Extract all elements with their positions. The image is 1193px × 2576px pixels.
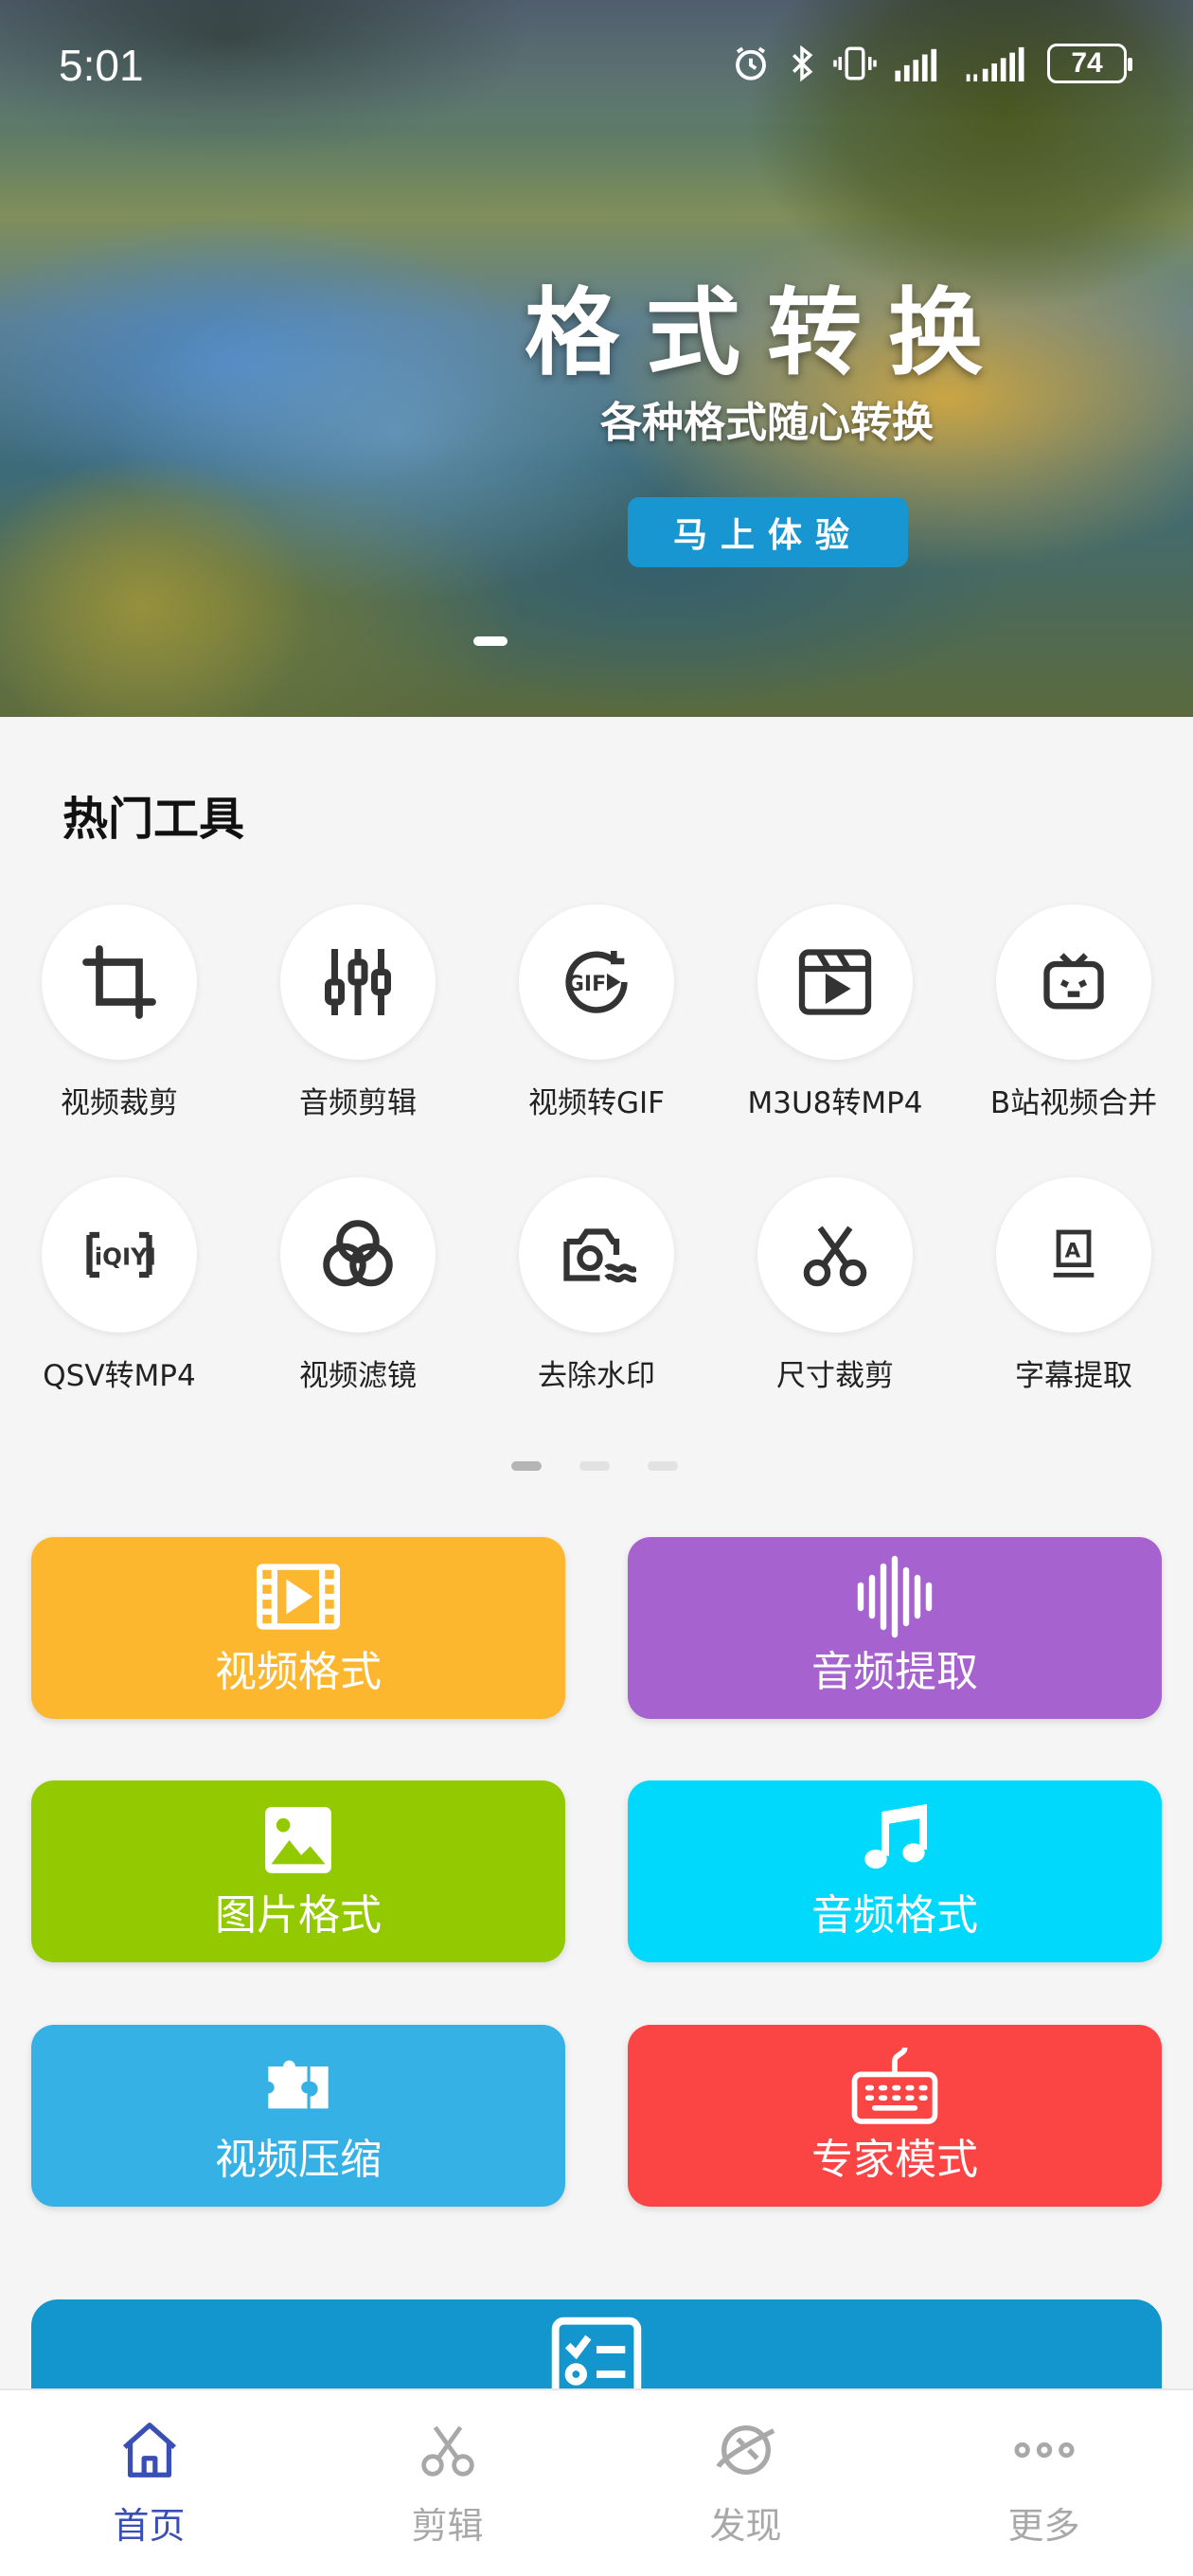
watermark-icon [563,1228,636,1283]
tool-circle [42,904,197,1060]
tool-label: B站视频合并 [989,1086,1158,1120]
status-bar: 5:01 74 [0,0,1193,123]
puzzle-icon [268,2060,329,2109]
try-now-button[interactable]: 马上体验 [628,497,908,567]
nav-item-discover[interactable]: 发现 [596,2390,895,2576]
banner-title: 格式转换 [525,277,1009,388]
tool-label: 视频滤镜 [299,1359,417,1393]
filter-icon [323,1220,393,1287]
nav-label: 更多 [1007,2505,1080,2547]
svg-text:iQIYI: iQIYI [95,1243,156,1271]
tool-m3u8-to-mp4[interactable]: M3U8转MP4 [716,904,954,1121]
music-note-icon [864,1803,927,1869]
tool-circle: iQIYI [42,1177,197,1333]
battery-icon: 74 [1047,44,1132,83]
card-label: 视频压缩 [215,2136,382,2184]
card-label: 音频提取 [811,1648,978,1696]
nav-label: 发现 [709,2505,782,2547]
tool-remove-watermark[interactable]: 去除水印 [477,1177,716,1394]
pager-dot[interactable] [511,1461,542,1471]
tool-label: 音频剪辑 [299,1086,417,1120]
more-icon [1014,2442,1074,2459]
tool-label: 视频裁剪 [61,1086,178,1120]
planet-icon [715,2425,775,2475]
tool-bilibili-merge[interactable]: B站视频合并 [954,904,1193,1121]
tool-label: 视频转GIF [528,1086,665,1120]
iqiyi-icon: iQIYI [86,1231,156,1279]
tool-video-filter[interactable]: 视频滤镜 [239,1177,477,1394]
scissors-icon [420,2425,474,2477]
card-label: 音频格式 [811,1891,978,1940]
tool-audio-edit[interactable]: 音频剪辑 [239,904,477,1121]
tool-circle [757,1177,913,1333]
tool-label: 去除水印 [538,1359,655,1393]
tool-circle [280,1177,436,1333]
pager-dot[interactable] [579,1461,610,1471]
waveform-icon [857,1555,933,1638]
home-icon [122,2423,176,2478]
tool-circle: A [996,1177,1151,1333]
banner-indicator [473,636,507,646]
gif-icon: GIF [565,951,628,1013]
card-label: 专家模式 [811,2136,978,2184]
alarm-icon [736,46,766,80]
tool-label: 尺寸裁剪 [776,1359,894,1393]
tool-subtitle-extract[interactable]: A 字幕提取 [954,1177,1193,1394]
subtitle-icon: A [1053,1229,1095,1278]
image-format-card[interactable]: 图片格式 [31,1780,565,1962]
svg-text:A: A [1065,1240,1081,1263]
keyboard-icon [851,2047,938,2124]
card-label: 图片格式 [215,1891,382,1940]
signal-icon [966,46,1024,81]
pager-dot[interactable] [648,1461,678,1471]
video-play-icon [798,949,872,1015]
tool-qsv-to-mp4[interactable]: iQIYI QSV转MP4 [0,1177,239,1394]
svg-text:GIF: GIF [567,973,606,996]
tool-label: M3U8转MP4 [747,1086,923,1120]
tool-label: QSV转MP4 [43,1359,196,1393]
audio-format-card[interactable]: 音频格式 [628,1780,1162,1962]
tool-circle [996,904,1151,1060]
banner-grass [0,417,322,717]
scissors-icon [803,1225,867,1287]
nav-item-home[interactable]: 首页 [0,2390,298,2576]
expert-mode-card[interactable]: 专家模式 [628,2025,1162,2207]
bilibili-icon [1043,953,1104,1010]
bottom-nav: 首页 剪辑 发现 更多 [0,2388,1193,2576]
tool-circle [757,904,913,1060]
tool-size-crop[interactable]: 尺寸裁剪 [716,1177,954,1394]
bluetooth-icon [792,45,813,82]
banner-subtitle: 各种格式随心转换 [600,399,934,447]
video-format-card[interactable]: 视频格式 [31,1537,565,1719]
vibrate-icon [833,46,877,80]
film-icon [257,1564,340,1630]
crop-icon [82,945,156,1019]
nav-item-edit[interactable]: 剪辑 [298,2390,596,2576]
nav-label: 首页 [113,2505,186,2547]
tool-circle [519,1177,674,1333]
tool-label: 字幕提取 [1015,1359,1132,1393]
equalizer-icon [325,949,391,1015]
image-icon [265,1807,331,1873]
tools-pager [511,1461,678,1471]
tool-circle: GIF [519,904,674,1060]
hot-tools-title: 热门工具 [62,793,245,846]
tool-video-to-gif[interactable]: GIF 视频转GIF [477,904,716,1121]
audio-extract-card[interactable]: 音频提取 [628,1537,1162,1719]
signal-icon [895,48,937,81]
status-time: 5:01 [59,41,144,90]
nav-item-more[interactable]: 更多 [895,2390,1193,2576]
nav-label: 剪辑 [411,2505,484,2547]
tool-video-crop[interactable]: 视频裁剪 [0,904,239,1121]
tool-circle [280,904,436,1060]
status-icons: 74 [731,44,1132,83]
video-compress-card[interactable]: 视频压缩 [31,2025,565,2207]
card-label: 视频格式 [215,1648,382,1696]
